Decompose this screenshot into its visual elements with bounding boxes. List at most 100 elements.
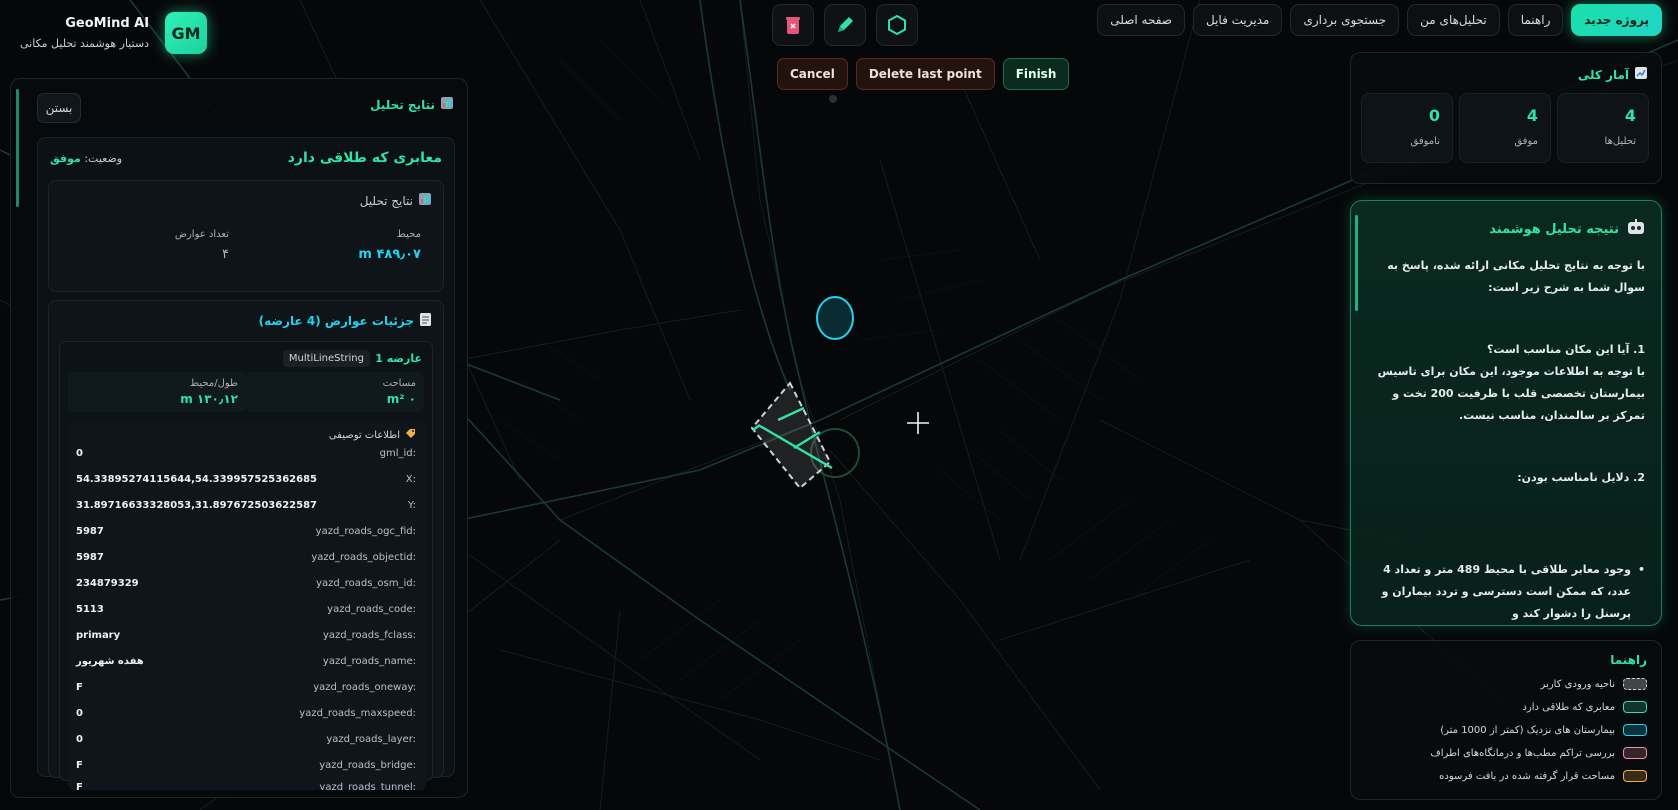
- attribute-row: yazd_roads_code: 5113: [68, 600, 426, 624]
- attribute-key: yazd_roads_osm_id:: [316, 578, 416, 589]
- attribute-row: Y: 31.89716633328053,31.897672503622587: [68, 496, 426, 520]
- count-label: تعداد عوارض: [174, 229, 229, 240]
- attribute-value: 0: [76, 708, 83, 719]
- attribute-row: yazd_roads_oneway: F: [68, 678, 426, 702]
- chart-icon: [419, 193, 431, 208]
- scrollbar[interactable]: [1355, 215, 1358, 311]
- stat-box-failed: 0 ناموفق: [1361, 93, 1453, 163]
- attribute-key: yazd_roads_fclass:: [322, 630, 416, 641]
- length-box: طول/محیط m ۱۳۰٫۱۲: [68, 372, 246, 412]
- stats-title: نتایج تحلیل: [359, 193, 413, 208]
- legend-label: بیمارستان های نزدیک (کمتر از 1000 متر): [1440, 724, 1615, 736]
- attribute-value: 54.33895274115644,54.339957525362685: [76, 474, 318, 485]
- ai-bullet-1: • وجود معابر طلاقی با محیط 489 متر و تعد…: [1369, 559, 1645, 625]
- attribute-key: Y:: [407, 500, 416, 511]
- attribute-row: yazd_roads_objectid: 5987: [68, 548, 426, 572]
- results-panel: نتایج تحلیل بستن معابری که طلاقی دارد وض…: [10, 78, 468, 798]
- query-title: معابری که طلاقی دارد: [287, 150, 442, 166]
- stats-card: نتایج تحلیل محیط m ۴۸۹٫۰۷ تعداد عوارض ۴: [48, 180, 444, 292]
- attributes-header: اطلاعات توصیفی: [329, 428, 416, 442]
- attribute-value: 31.89716633328053,31.897672503622587: [76, 500, 318, 511]
- draw-toolbar: [772, 4, 918, 46]
- attribute-row: yazd_roads_osm_id: 234879329: [68, 574, 426, 598]
- legend-swatch: [1623, 747, 1647, 759]
- stat-label: موفق: [1514, 136, 1538, 147]
- trash-icon[interactable]: [772, 4, 814, 46]
- attribute-key: yazd_roads_tunnel:: [319, 782, 416, 790]
- features-title: جزئیات عوارض (4 عارضه): [258, 314, 414, 328]
- scrollbar[interactable]: [16, 89, 19, 207]
- legend-label: مساحت قرار گرفته شده در بافت فرسوده: [1439, 770, 1615, 782]
- nav-vector-search[interactable]: جستجوی برداری: [1290, 4, 1400, 36]
- results-header: نتایج تحلیل: [370, 97, 453, 112]
- attribute-row: yazd_roads_ogc_fid: 5987: [68, 522, 426, 546]
- attributes-title: اطلاعات توصیفی: [328, 429, 400, 441]
- perimeter-label: محیط: [396, 229, 421, 240]
- delete-last-point-button[interactable]: Delete last point: [855, 58, 995, 90]
- overall-header: آمار کلی: [1578, 67, 1647, 82]
- stat-number: 4: [1526, 106, 1538, 125]
- legend-title: راهنما: [1610, 653, 1647, 667]
- feature-item[interactable]: عارضه 1 MultiLineString مساحت m² ۰ طول/م…: [59, 341, 433, 790]
- attribute-row: X: 54.33895274115644,54.339957525362685: [68, 470, 426, 494]
- attribute-key: yazd_roads_bridge:: [319, 760, 416, 771]
- ai-answer-body: با توجه به نتایج تحلیل مکانی ارائه شده، …: [1369, 255, 1645, 625]
- features-card: جزئیات عوارض (4 عارضه) عارضه 1 MultiLine…: [48, 300, 444, 790]
- new-project-button[interactable]: پروژه جدید: [1571, 4, 1662, 36]
- legend-swatch: [1623, 678, 1647, 690]
- attribute-row: yazd_roads_name: هفده شهریور: [68, 652, 426, 676]
- legend-item: ناحیه ورودی کاربر: [1541, 675, 1647, 693]
- ai-header: نتیجه تحلیل هوشمند: [1489, 219, 1645, 239]
- hexagon-icon[interactable]: [876, 4, 918, 46]
- ai-bullet-text: وجود معابر طلاقی با محیط 489 متر و تعداد…: [1381, 563, 1631, 620]
- attribute-row: yazd_roads_fclass: primary: [68, 626, 426, 650]
- length-label: طول/محیط: [189, 378, 238, 389]
- legend-item: مساحت قرار گرفته شده در بافت فرسوده: [1439, 767, 1647, 785]
- attribute-key: yazd_roads_name:: [322, 656, 416, 667]
- length-value: m ۱۳۰٫۱۲: [180, 392, 238, 406]
- attribute-value: هفده شهریور: [76, 656, 144, 667]
- attribute-key: X:: [405, 474, 416, 485]
- ai-answer-1: با توجه به اطلاعات موجود، این مکان برای …: [1377, 365, 1645, 422]
- stat-number: 4: [1624, 106, 1636, 125]
- ai-question-1: 1. آیا این مکان مناسب است؟: [1486, 343, 1645, 356]
- finish-button[interactable]: Finish: [1002, 58, 1070, 90]
- tag-icon: [405, 428, 416, 442]
- attribute-value: 5113: [76, 604, 104, 615]
- attribute-key: yazd_roads_oneway:: [313, 682, 416, 693]
- nav-guide[interactable]: راهنما: [1507, 4, 1564, 36]
- pencil-icon[interactable]: [824, 4, 866, 46]
- cancel-button[interactable]: Cancel: [777, 58, 848, 90]
- attribute-value: F: [76, 682, 83, 693]
- legend-item: معابری که طلاقی دارد: [1522, 698, 1647, 716]
- attribute-value: primary: [76, 630, 121, 641]
- attribute-value: F: [76, 782, 83, 790]
- bullet-icon: •: [1637, 563, 1645, 576]
- legend-panel: راهنما ناحیه ورودی کاربر معابری که طلاقی…: [1350, 640, 1662, 800]
- attribute-key: yazd_roads_objectid:: [311, 552, 416, 563]
- robot-icon: [1627, 219, 1645, 239]
- brand-logo[interactable]: GM: [165, 12, 208, 54]
- stat-label: ناموفق: [1410, 136, 1440, 147]
- results-title: نتایج تحلیل: [370, 97, 435, 112]
- legend-label: ناحیه ورودی کاربر: [1540, 678, 1615, 690]
- perimeter-value: m ۴۸۹٫۰۷: [358, 247, 421, 262]
- legend-label: بررسی تراکم مطب‌ها و درمانگاه‌های اطراف: [1430, 747, 1615, 759]
- status-badge: موفق: [50, 152, 81, 165]
- status-label: وضعیت:: [84, 152, 123, 165]
- close-button[interactable]: بستن: [37, 93, 81, 123]
- nav-my-analyses[interactable]: تحلیل‌های من: [1407, 4, 1500, 36]
- stat-label: تحلیل‌ها: [1604, 136, 1636, 147]
- top-nav: صفحه اصلی مدیریت فایل جستجوی برداری تحلی…: [1097, 4, 1662, 36]
- attribute-row: gml_id: 0: [68, 444, 426, 468]
- area-box: مساحت m² ۰: [246, 372, 424, 412]
- draw-actions: Cancel Delete last point Finish: [777, 58, 1070, 90]
- nav-home[interactable]: صفحه اصلی: [1097, 4, 1185, 36]
- attribute-key: yazd_roads_code:: [327, 604, 416, 615]
- attribute-row: yazd_roads_layer: 0: [68, 730, 426, 754]
- nav-file-management[interactable]: مدیریت فایل: [1192, 4, 1283, 36]
- area-value: m² ۰: [386, 392, 416, 406]
- brand-name: GeoMind AI: [65, 16, 150, 31]
- legend-item: بیمارستان های نزدیک (کمتر از 1000 متر): [1440, 721, 1647, 739]
- attribute-value: 234879329: [76, 578, 139, 589]
